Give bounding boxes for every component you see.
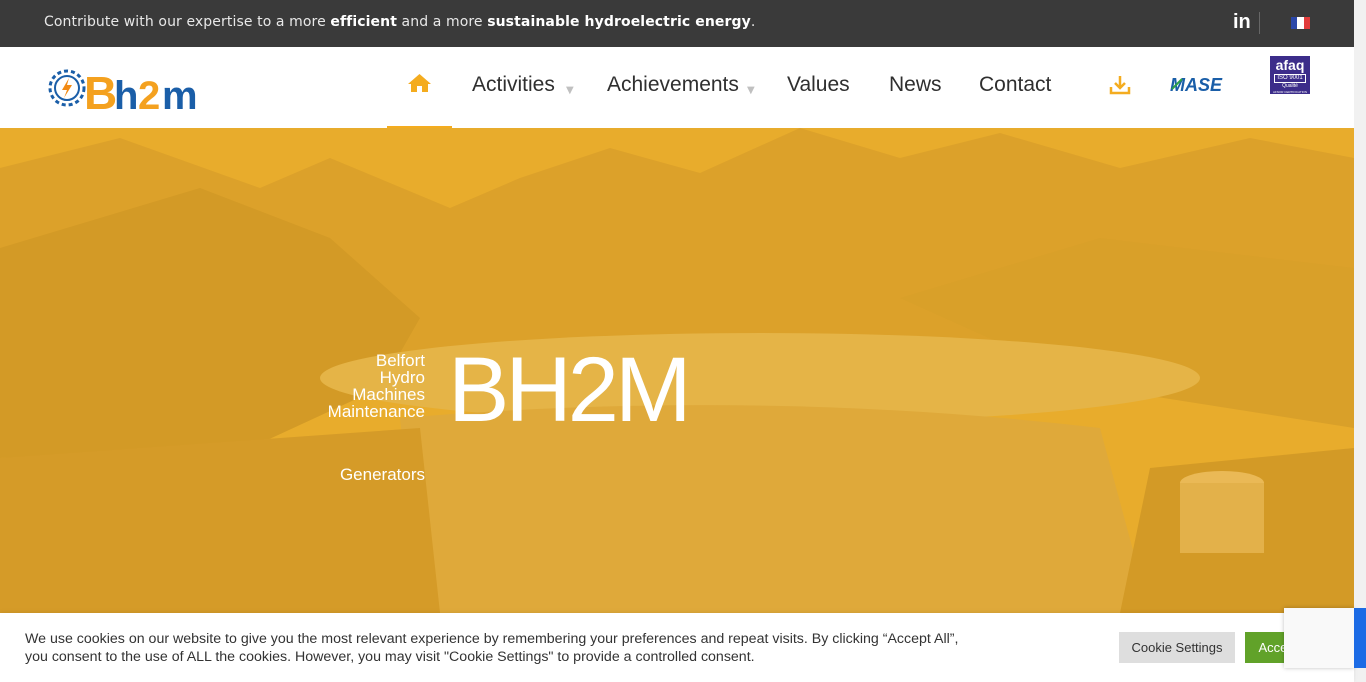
nav-achievements[interactable]: Achievements xyxy=(607,73,739,97)
nav-contact[interactable]: Contact xyxy=(979,73,1051,97)
cookie-banner: We use cookies on our website to give yo… xyxy=(0,613,1354,682)
download-icon[interactable] xyxy=(1109,74,1131,96)
scrollbar[interactable] xyxy=(1354,0,1366,682)
afaq-iso-9001-badge[interactable]: afaq ISO 9001 Qualité AFNOR CERTIFICATIO… xyxy=(1270,56,1310,94)
svg-text:m: m xyxy=(162,74,198,113)
svg-text:B: B xyxy=(84,67,117,113)
bh2m-logo[interactable]: B h 2 m xyxy=(44,63,224,119)
top-bar: Contribute with our expertise to a more … xyxy=(0,0,1354,47)
nav-news[interactable]: News xyxy=(889,73,942,97)
nav-activities[interactable]: Activities xyxy=(472,73,555,97)
chevron-down-icon: ▼ xyxy=(566,85,574,96)
hero-title: BH2M xyxy=(448,339,692,441)
svg-text:2: 2 xyxy=(138,74,160,113)
hero-subtitle: Belfort Hydro Machines Maintenance xyxy=(327,351,425,421)
hero-banner: Belfort Hydro Machines Maintenance BH2M … xyxy=(0,128,1354,613)
hero-tag: Generators xyxy=(339,465,425,484)
recaptcha-badge[interactable] xyxy=(1284,608,1354,668)
cookie-text: We use cookies on our website to give yo… xyxy=(25,631,959,665)
cookie-settings-button[interactable]: Cookie Settings xyxy=(1119,632,1235,663)
nav-values[interactable]: Values xyxy=(787,73,850,97)
nav-home[interactable] xyxy=(387,47,452,128)
linkedin-icon[interactable]: in xyxy=(1233,12,1255,32)
svg-text:h: h xyxy=(114,74,138,113)
tagline: Contribute with our expertise to a more … xyxy=(44,14,756,30)
svg-text:MASE: MASE xyxy=(1170,75,1223,95)
mase-logo[interactable]: MASE xyxy=(1170,75,1230,95)
chevron-down-icon: ▼ xyxy=(747,85,755,96)
divider xyxy=(1259,12,1260,34)
home-icon xyxy=(408,74,431,92)
recaptcha-tab[interactable] xyxy=(1354,608,1366,668)
french-flag-icon[interactable] xyxy=(1291,17,1310,29)
